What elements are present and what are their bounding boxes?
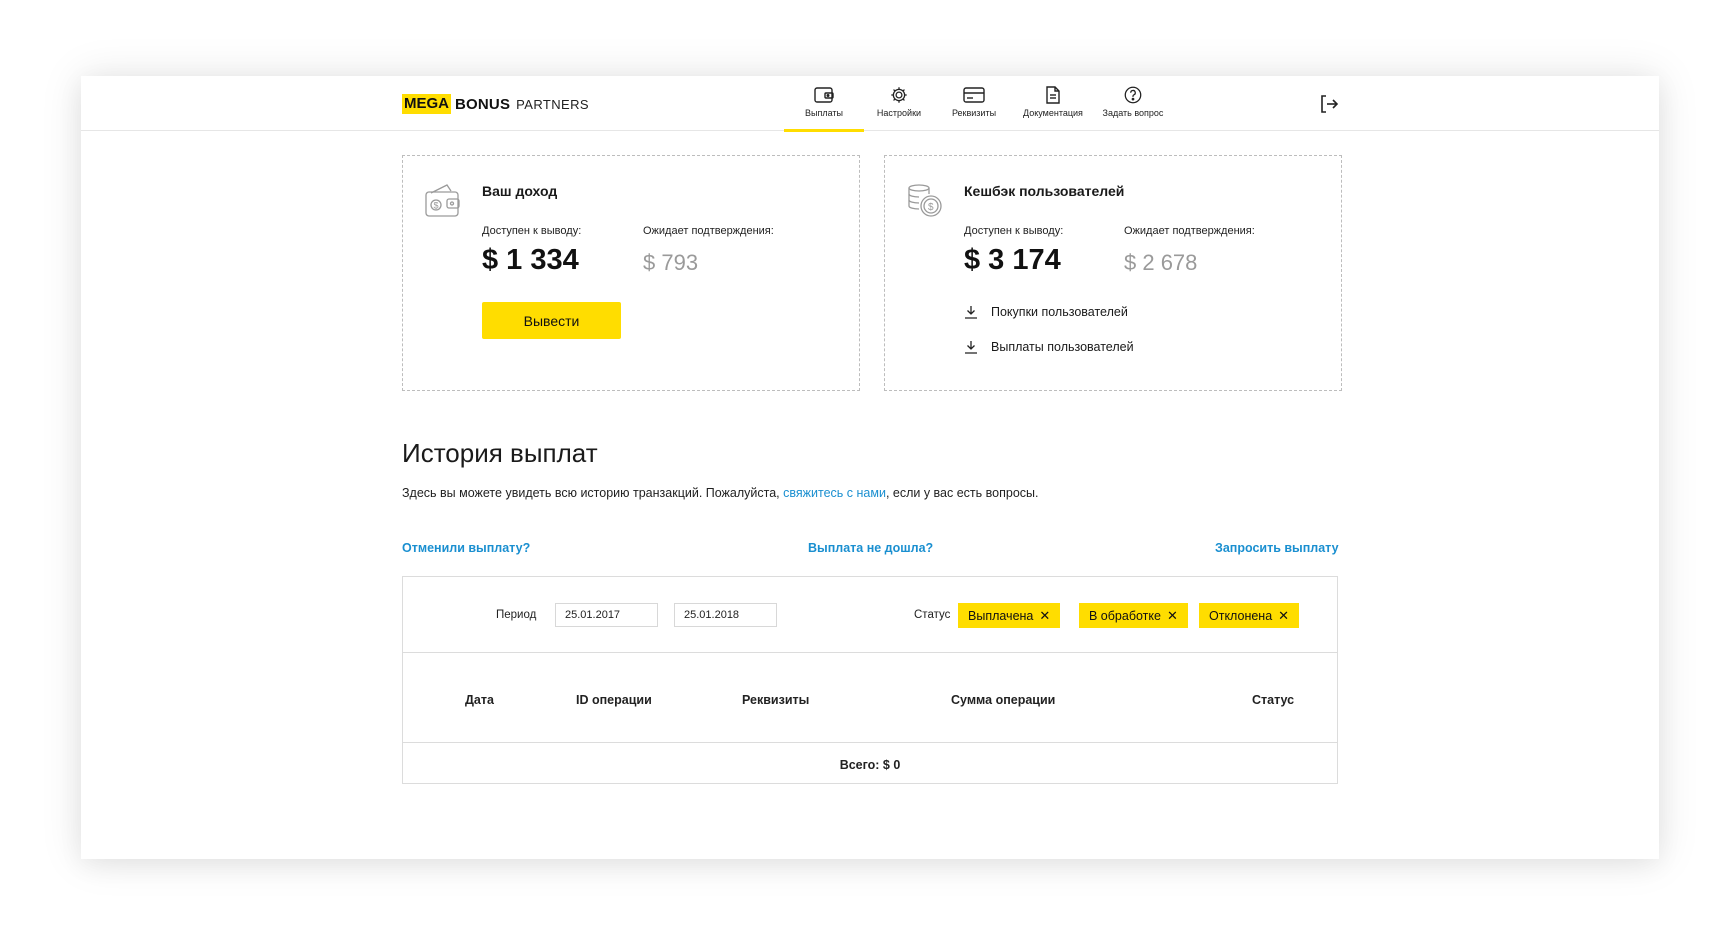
download-icon xyxy=(965,341,977,354)
cashback-pending-label: Ожидает подтверждения: xyxy=(1124,225,1255,237)
payout-not-arrived-link[interactable]: Выплата не дошла? xyxy=(808,541,933,555)
period-label: Период xyxy=(496,609,537,621)
chip-label: Отклонена xyxy=(1209,608,1273,623)
close-icon[interactable]: ✕ xyxy=(1039,608,1050,624)
nav-label: Выплаты xyxy=(805,108,843,118)
history-title: История выплат xyxy=(402,438,598,468)
request-payout-link[interactable]: Запросить выплату xyxy=(1215,541,1339,555)
close-icon[interactable]: ✕ xyxy=(1278,608,1289,624)
divider xyxy=(403,742,1337,743)
close-icon[interactable]: ✕ xyxy=(1167,608,1178,624)
history-description: Здесь вы можете увидеть всю историю тран… xyxy=(402,486,1038,500)
download-payouts-label: Выплаты пользователей xyxy=(991,340,1134,354)
date-to-input[interactable] xyxy=(674,603,777,627)
chip-label: Выплачена xyxy=(968,608,1034,623)
contact-us-link[interactable]: свяжитесь с нами xyxy=(783,486,886,500)
top-header: MEGA BONUS PARTNERS Выплаты Настройки Ре… xyxy=(81,76,1659,132)
download-payouts-link[interactable]: Выплаты пользователей xyxy=(964,340,1134,354)
cancelled-payout-link[interactable]: Отменили выплату? xyxy=(402,541,530,555)
cashback-title: Кешбэк пользователей xyxy=(964,183,1125,199)
svg-text:$: $ xyxy=(928,202,934,213)
nav-item-docs[interactable]: Документация xyxy=(1013,82,1093,130)
history-table: Период Статус Выплачена ✕ В обработке ✕ От… xyxy=(402,576,1338,784)
income-pending-label: Ожидает подтверждения: xyxy=(643,225,774,237)
wallet-icon xyxy=(814,87,834,103)
download-purchases-label: Покупки пользователей xyxy=(991,305,1128,319)
wallet-money-icon: $ xyxy=(425,184,460,217)
download-icon xyxy=(965,306,977,319)
column-date: Дата xyxy=(465,693,494,707)
cashback-pending-amount: $ 2 678 xyxy=(1124,250,1198,275)
chip-label: В обработке xyxy=(1089,608,1161,623)
column-operation-id: ID операции xyxy=(576,693,652,707)
nav-item-payouts[interactable]: Выплаты xyxy=(784,82,864,132)
history-desc-text: Здесь вы можете увидеть всю историю тран… xyxy=(402,486,784,500)
logout-icon[interactable] xyxy=(1317,92,1341,116)
logo-bonus: BONUS xyxy=(455,95,511,113)
cashback-card: $ Кешбэк пользователей Доступен к выводу… xyxy=(884,155,1342,391)
nav-item-ask[interactable]: Задать вопрос xyxy=(1097,82,1169,130)
download-purchases-link[interactable]: Покупки пользователей xyxy=(964,305,1128,319)
column-amount: Сумма операции xyxy=(951,693,1056,707)
income-available-amount: $ 1 334 xyxy=(482,244,579,276)
nav-item-settings[interactable]: Настройки xyxy=(869,82,929,130)
table-total: Всего: $ 0 xyxy=(839,758,901,772)
divider xyxy=(403,652,1337,653)
status-chip-rejected[interactable]: Отклонена ✕ xyxy=(1199,603,1300,628)
status-chip-paid[interactable]: Выплачена ✕ xyxy=(958,603,1061,628)
income-card: $ Ваш доход Доступен к выводу: Ожидает п… xyxy=(402,155,860,391)
income-available-label: Доступен к выводу: xyxy=(482,225,582,237)
date-from-input[interactable] xyxy=(555,603,658,627)
income-title: Ваш доход xyxy=(482,183,558,199)
gear-icon xyxy=(891,87,907,103)
withdraw-button[interactable]: Вывести xyxy=(482,302,621,339)
logo-mega: MEGA xyxy=(402,94,451,114)
nav-label: Документация xyxy=(1023,108,1083,118)
cashback-available-amount: $ 3 174 xyxy=(964,244,1061,276)
card-icon xyxy=(963,87,985,103)
income-pending-amount: $ 793 xyxy=(643,250,699,275)
status-chip-processing[interactable]: В обработке ✕ xyxy=(1079,603,1188,628)
column-status: Статус xyxy=(1252,693,1295,707)
question-icon xyxy=(1124,86,1142,104)
column-requisites: Реквизиты xyxy=(742,693,810,707)
status-label: Статус xyxy=(914,609,951,621)
app-window: MEGA BONUS PARTNERS Выплаты Настройки Ре… xyxy=(81,76,1659,859)
nav-item-requisites[interactable]: Реквизиты xyxy=(939,82,1009,130)
cashback-available-label: Доступен к выводу: xyxy=(964,225,1064,237)
nav-label: Настройки xyxy=(876,108,922,118)
logo[interactable]: MEGA BONUS PARTNERS xyxy=(402,94,589,114)
document-icon xyxy=(1046,86,1060,104)
logo-partners: PARTNERS xyxy=(516,96,589,112)
svg-text:$: $ xyxy=(434,201,439,211)
nav-label: Реквизиты xyxy=(951,108,997,118)
coins-icon: $ xyxy=(908,184,942,217)
history-desc-text-end: , если у вас есть вопросы. xyxy=(885,486,1039,500)
nav-label: Задать вопрос xyxy=(1102,108,1164,118)
